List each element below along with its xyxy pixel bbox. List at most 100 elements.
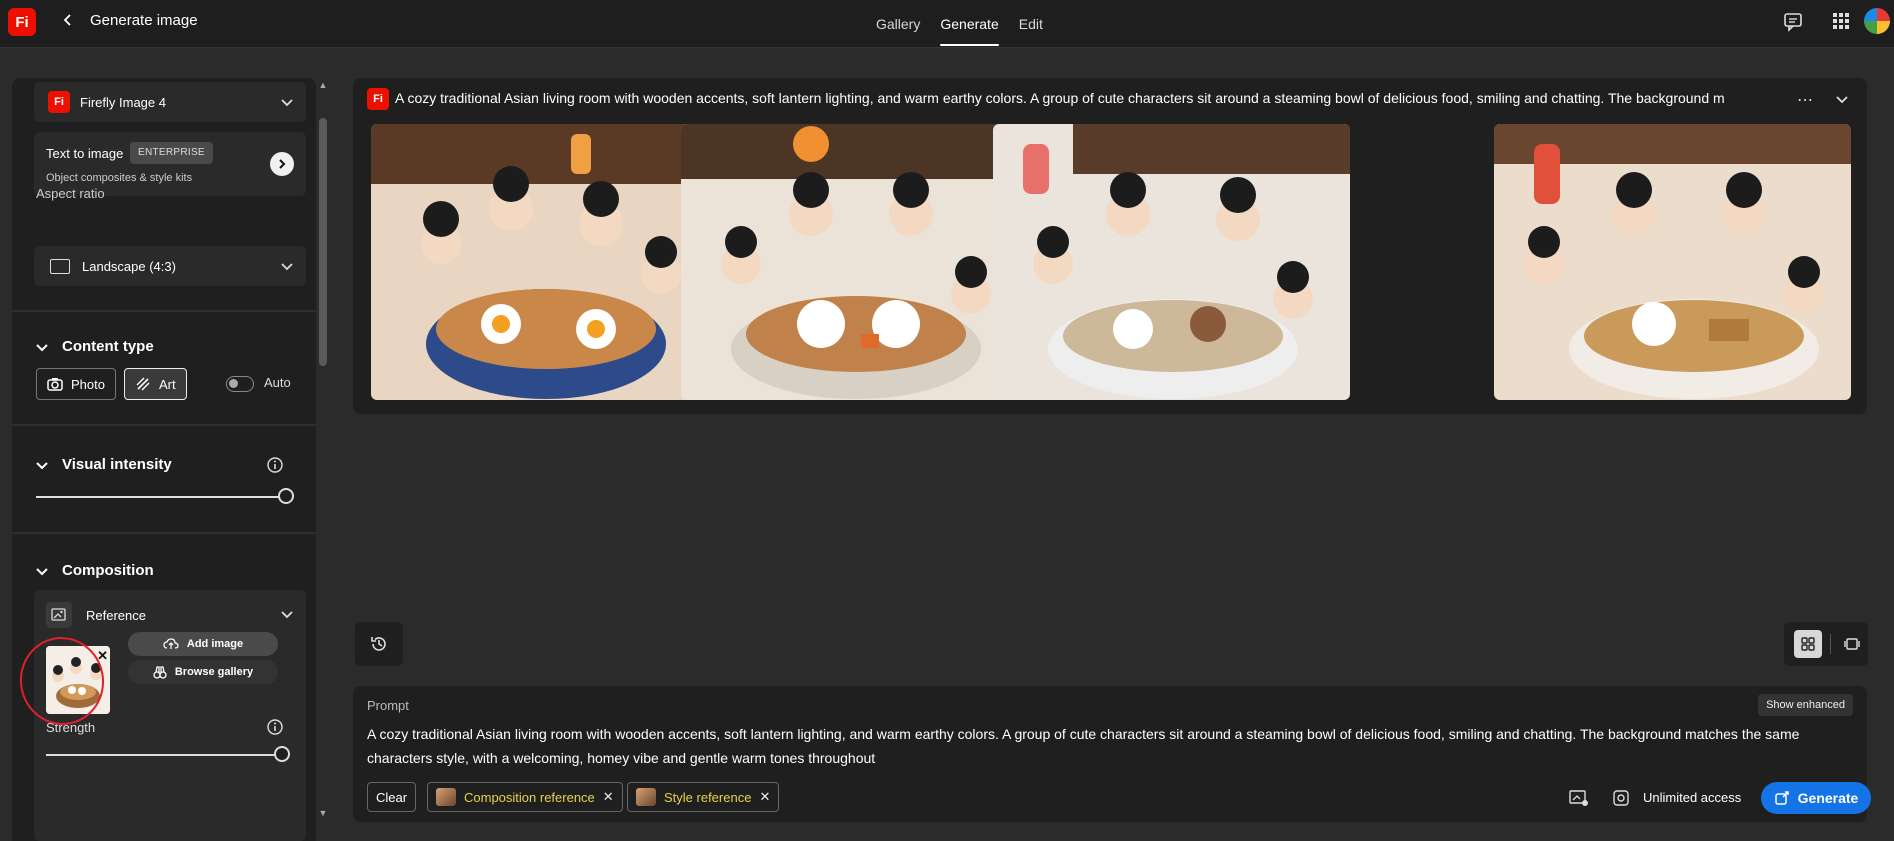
brush-icon: [136, 377, 150, 391]
prompt-box: Prompt Show enhanced A cozy traditional …: [353, 686, 1871, 822]
firefly-mini-logo: Fi: [48, 91, 70, 113]
add-image-button[interactable]: Add image: [128, 632, 278, 656]
chevron-down-icon[interactable]: [1835, 92, 1849, 106]
chevron-right-icon: [279, 159, 286, 169]
composition-reference-label: Composition reference: [464, 789, 595, 805]
chevron-down-icon: [36, 343, 48, 351]
page-title: Generate image: [90, 12, 198, 29]
back-arrow-icon[interactable]: [60, 12, 76, 28]
result-prompt: A cozy traditional Asian living room wit…: [395, 90, 1725, 106]
content-type-header[interactable]: Content type: [36, 338, 154, 355]
enterprise-badge: ENTERPRISE: [130, 142, 213, 164]
info-icon[interactable]: [266, 718, 284, 736]
remove-chip-icon[interactable]: ✕: [759, 789, 770, 805]
divider: [12, 532, 316, 534]
view-toggle: [1784, 622, 1868, 666]
chevron-down-icon: [36, 567, 48, 575]
aspect-ratio-label: Aspect ratio: [36, 186, 105, 201]
feedback-icon[interactable]: [1782, 10, 1804, 32]
photo-button[interactable]: Photo: [36, 368, 116, 400]
browse-gallery-button[interactable]: Browse gallery: [128, 660, 278, 684]
auto-label: Auto: [264, 375, 291, 390]
add-image-label: Add image: [186, 638, 244, 650]
reference-image-icon: [46, 602, 72, 628]
prompt-input[interactable]: A cozy traditional Asian living room wit…: [367, 722, 1857, 770]
single-view-icon: [1844, 638, 1860, 650]
chevron-down-icon[interactable]: [280, 607, 294, 621]
text-to-image-title: Text to image: [46, 146, 124, 161]
upload-cloud-icon: [163, 638, 179, 649]
unlimited-access-label: Unlimited access: [1643, 790, 1742, 805]
top-bar: Fi Generate image Gallery Generate Edit: [0, 0, 1894, 48]
chevron-down-icon: [281, 263, 293, 271]
visual-intensity-header[interactable]: Visual intensity: [36, 456, 172, 473]
camera-icon: [47, 378, 63, 391]
model-label: Firefly Image 4: [80, 94, 166, 110]
generate-label: Generate: [1797, 790, 1859, 806]
composition-reference-chip[interactable]: Composition reference ✕: [427, 782, 623, 812]
style-thumbnail: [636, 788, 656, 806]
nav-tabs: Gallery Generate Edit: [866, 0, 1053, 48]
visual-intensity-knob[interactable]: [278, 488, 294, 504]
visual-intensity-label: Visual intensity: [62, 456, 172, 473]
apps-grid-icon[interactable]: [1830, 10, 1852, 32]
prompt-label: Prompt: [367, 698, 409, 713]
art-label: Art: [159, 376, 176, 392]
chevron-down-icon: [281, 99, 293, 107]
reference-header[interactable]: Reference: [46, 602, 146, 628]
grid-icon: [1801, 637, 1815, 651]
text-to-image-subtitle: Object composites & style kits: [46, 172, 193, 184]
sidebar-scrollbar[interactable]: [319, 118, 327, 366]
firefly-logo[interactable]: Fi: [8, 8, 36, 36]
composition-header[interactable]: Composition: [36, 562, 154, 579]
generated-image-3[interactable]: [993, 124, 1350, 400]
firefly-mini-logo: Fi: [367, 88, 389, 110]
landscape-icon: [50, 258, 70, 274]
browse-gallery-label: Browse gallery: [174, 666, 254, 678]
content-type-label: Content type: [62, 338, 154, 355]
model-select[interactable]: Fi Firefly Image 4: [34, 82, 306, 122]
info-icon[interactable]: [266, 456, 284, 474]
art-button[interactable]: Art: [124, 368, 187, 400]
generated-image-2[interactable]: [681, 124, 1038, 400]
aspect-ratio-select[interactable]: Landscape (4:3): [34, 246, 306, 286]
history-button[interactable]: [355, 622, 403, 666]
tab-edit[interactable]: Edit: [1009, 0, 1053, 48]
divider: [12, 424, 316, 426]
style-reference-label: Style reference: [664, 789, 752, 805]
chevron-down-icon: [36, 461, 48, 469]
avatar[interactable]: [1864, 8, 1890, 34]
generate-button[interactable]: Generate: [1761, 782, 1871, 814]
strength-track[interactable]: [46, 754, 282, 756]
clear-button[interactable]: Clear: [367, 782, 417, 812]
show-enhanced-button[interactable]: Show enhanced: [1758, 694, 1853, 716]
generate-icon: [1774, 791, 1789, 805]
scroll-down-icon[interactable]: ▼: [317, 808, 329, 818]
strength-knob[interactable]: [274, 746, 290, 762]
results-panel: Fi A cozy traditional Asian living room …: [353, 78, 1867, 414]
visual-intensity-track[interactable]: [36, 496, 288, 498]
scroll-up-icon[interactable]: ▲: [317, 80, 329, 90]
more-icon[interactable]: ⋯: [1797, 90, 1813, 110]
binoculars-icon: [153, 666, 167, 679]
single-view-button[interactable]: [1838, 630, 1866, 658]
photo-label: Photo: [71, 376, 105, 392]
text-to-image-arrow-button[interactable]: [270, 152, 294, 176]
tab-generate[interactable]: Generate: [930, 0, 1008, 48]
composition-label: Composition: [62, 562, 154, 579]
remove-chip-icon[interactable]: ✕: [603, 789, 614, 805]
settings-panel: Fi Firefly Image 4 Text to image ENTERPR…: [12, 78, 316, 841]
composition-thumbnail: [436, 788, 456, 806]
generated-image-1[interactable]: [371, 124, 728, 400]
reference-label: Reference: [86, 607, 146, 623]
grid-view-button[interactable]: [1794, 630, 1822, 658]
generated-image-4[interactable]: [1494, 124, 1851, 400]
divider: [12, 310, 316, 312]
auto-toggle[interactable]: [226, 376, 254, 392]
style-reference-chip[interactable]: Style reference ✕: [627, 782, 780, 812]
view-separator: [1830, 634, 1831, 654]
aspect-ratio-value: Landscape (4:3): [82, 258, 176, 274]
tab-gallery[interactable]: Gallery: [866, 0, 930, 48]
image-settings-icon[interactable]: [1569, 790, 1589, 806]
content-credentials-icon[interactable]: [1613, 790, 1629, 806]
